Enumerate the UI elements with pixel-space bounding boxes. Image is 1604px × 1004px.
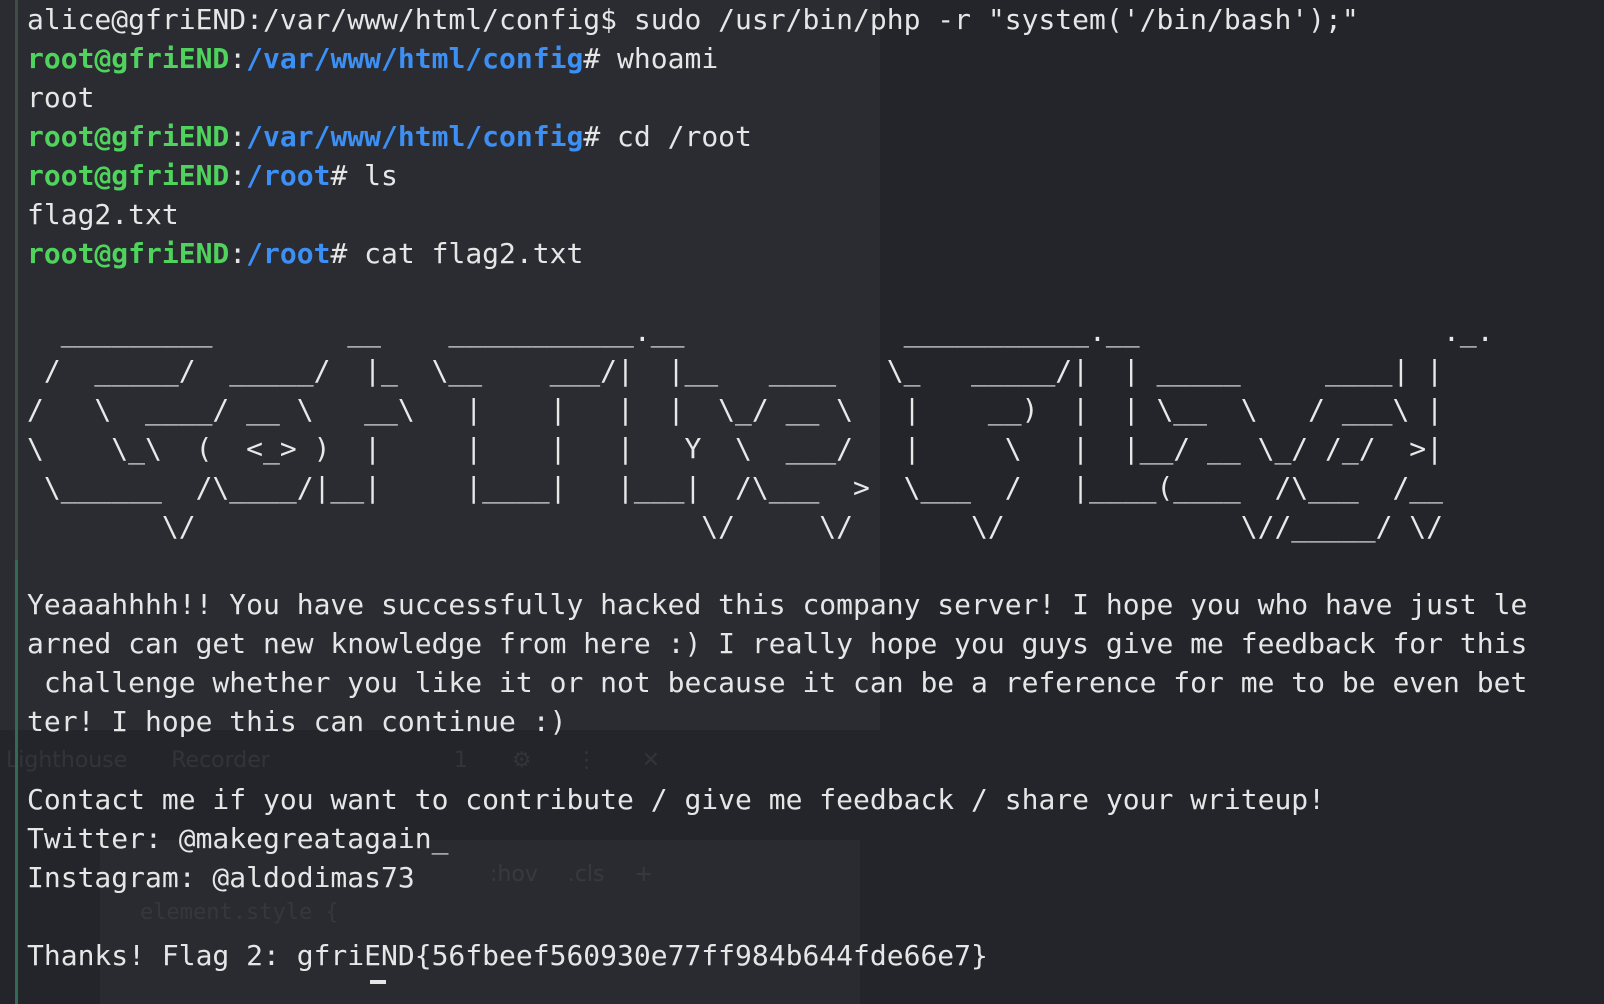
terminal-left-border [15, 0, 18, 1004]
prompt-separator: : [229, 42, 247, 75]
prompt-user-host: root@gfriEND [27, 120, 230, 153]
instagram-handle-line: Instagram: @aldodimas73 [27, 861, 415, 894]
flag-message-line: arned can get new knowledge from here :)… [27, 627, 1528, 660]
terminal-cursor [370, 980, 386, 984]
ascii-art-banner: _________ __ ___________.__ ___________.… [27, 315, 1494, 543]
prompt-user-host: root@gfriEND [27, 42, 230, 75]
prompt-path: /var/www/html/config [246, 120, 584, 153]
prompt-path: /var/www/html/config [246, 42, 584, 75]
prompt-symbol: # [330, 159, 348, 192]
prompt-separator: : [229, 159, 247, 192]
prompt-symbol: # [330, 237, 348, 270]
flag-message-line: ter! I hope this can continue :) [27, 705, 567, 738]
flag-message-line: challenge whether you like it or not bec… [27, 666, 1528, 699]
terminal-prompt-line: root@gfriEND:/var/www/html/config# whoam… [27, 39, 1597, 78]
terminal-prompt-line: root@gfriEND:/var/www/html/config# cd /r… [27, 117, 1597, 156]
terminal-line-escalation: alice@gfriEND:/var/www/html/config$ sudo… [27, 3, 1359, 36]
prompt-path: /root [246, 237, 331, 270]
terminal-output-line: flag2.txt [27, 198, 179, 231]
prompt-command: whoami [600, 42, 719, 75]
twitter-handle-line: Twitter: @makegreatagain_ [27, 822, 449, 855]
flag-message-line: Yeaaahhhh!! You have successfully hacked… [27, 588, 1528, 621]
prompt-symbol: # [583, 42, 601, 75]
terminal-prompt-line: root@gfriEND:/root# cat flag2.txt [27, 234, 1597, 273]
prompt-path: /root [246, 159, 331, 192]
prompt-user-host: root@gfriEND [27, 237, 230, 270]
prompt-symbol: # [583, 120, 601, 153]
prompt-command: ls [347, 159, 398, 192]
terminal-output-line: root [27, 81, 95, 114]
prompt-command: cd /root [600, 120, 752, 153]
prompt-separator: : [229, 237, 247, 270]
prompt-separator: : [229, 120, 247, 153]
prompt-command: cat flag2.txt [347, 237, 584, 270]
prompt-user-host: root@gfriEND [27, 159, 230, 192]
contact-line: Contact me if you want to contribute / g… [27, 783, 1326, 816]
flag-value-line: Thanks! Flag 2: gfriEND{56fbeef560930e77… [27, 939, 988, 972]
terminal-prompt-line: root@gfriEND:/root# ls [27, 156, 1597, 195]
terminal-window[interactable]: alice@gfriEND:/var/www/html/config$ sudo… [27, 0, 1597, 1004]
